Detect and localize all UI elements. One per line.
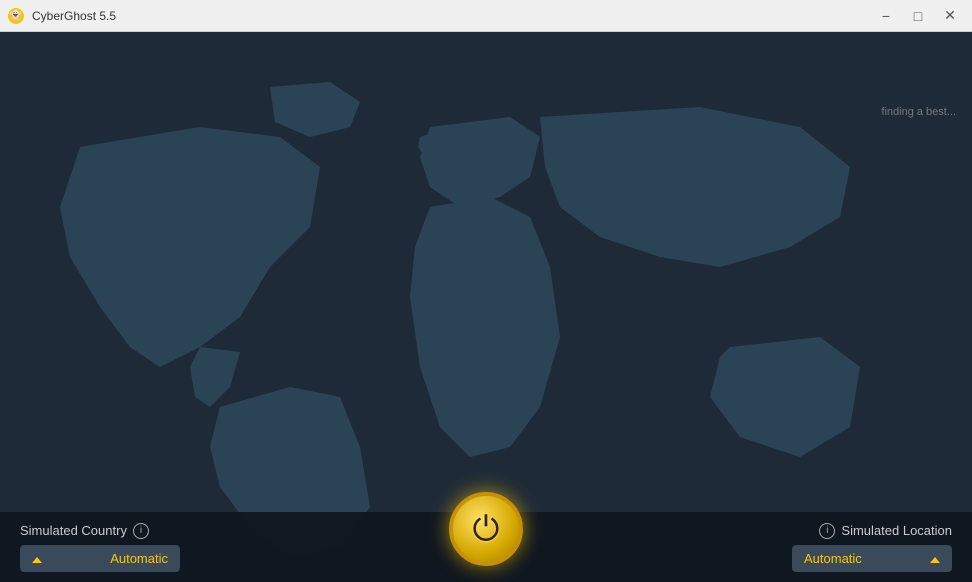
simulated-location-value: Automatic [804, 551, 862, 566]
maximize-button[interactable]: □ [904, 6, 932, 26]
simulated-country-info-icon[interactable]: i [133, 523, 149, 539]
title-bar-left: 👻 CyberGhost 5.5 [8, 8, 116, 24]
simulated-country-value: Automatic [110, 551, 168, 566]
close-button[interactable]: ✕ [936, 6, 964, 26]
power-button[interactable]: ⏻ [449, 492, 523, 566]
simulated-country-dropdown[interactable]: Automatic [20, 545, 180, 572]
minimize-button[interactable]: − [872, 6, 900, 26]
app-icon: 👻 [8, 8, 24, 24]
find-server-hint: finding a best... [881, 106, 956, 118]
window-controls: − □ ✕ [872, 6, 964, 26]
simulated-location-info-icon[interactable]: i [819, 523, 835, 539]
simulated-country-label-row: Simulated Country i [20, 523, 240, 539]
title-bar: 👻 CyberGhost 5.5 − □ ✕ [0, 0, 972, 32]
dropdown-arrow-up-left [32, 552, 42, 563]
simulated-country-label: Simulated Country [20, 523, 127, 538]
dropdown-arrow-up-right [930, 552, 940, 563]
simulated-location-label-row: i Simulated Location [819, 523, 952, 539]
app-body: ≡ 👻 CyberGhost FREE UPGRADE NOW finding … [0, 32, 972, 582]
power-button-wrapper: ⏻ [449, 492, 523, 566]
power-icon: ⏻ [473, 510, 500, 549]
simulated-location-section: i Simulated Location Automatic [732, 523, 952, 572]
simulated-location-dropdown[interactable]: Automatic [792, 545, 952, 572]
simulated-country-section: Simulated Country i Automatic [20, 523, 240, 572]
simulated-location-label: Simulated Location [841, 523, 952, 538]
app-title: CyberGhost 5.5 [32, 9, 116, 23]
